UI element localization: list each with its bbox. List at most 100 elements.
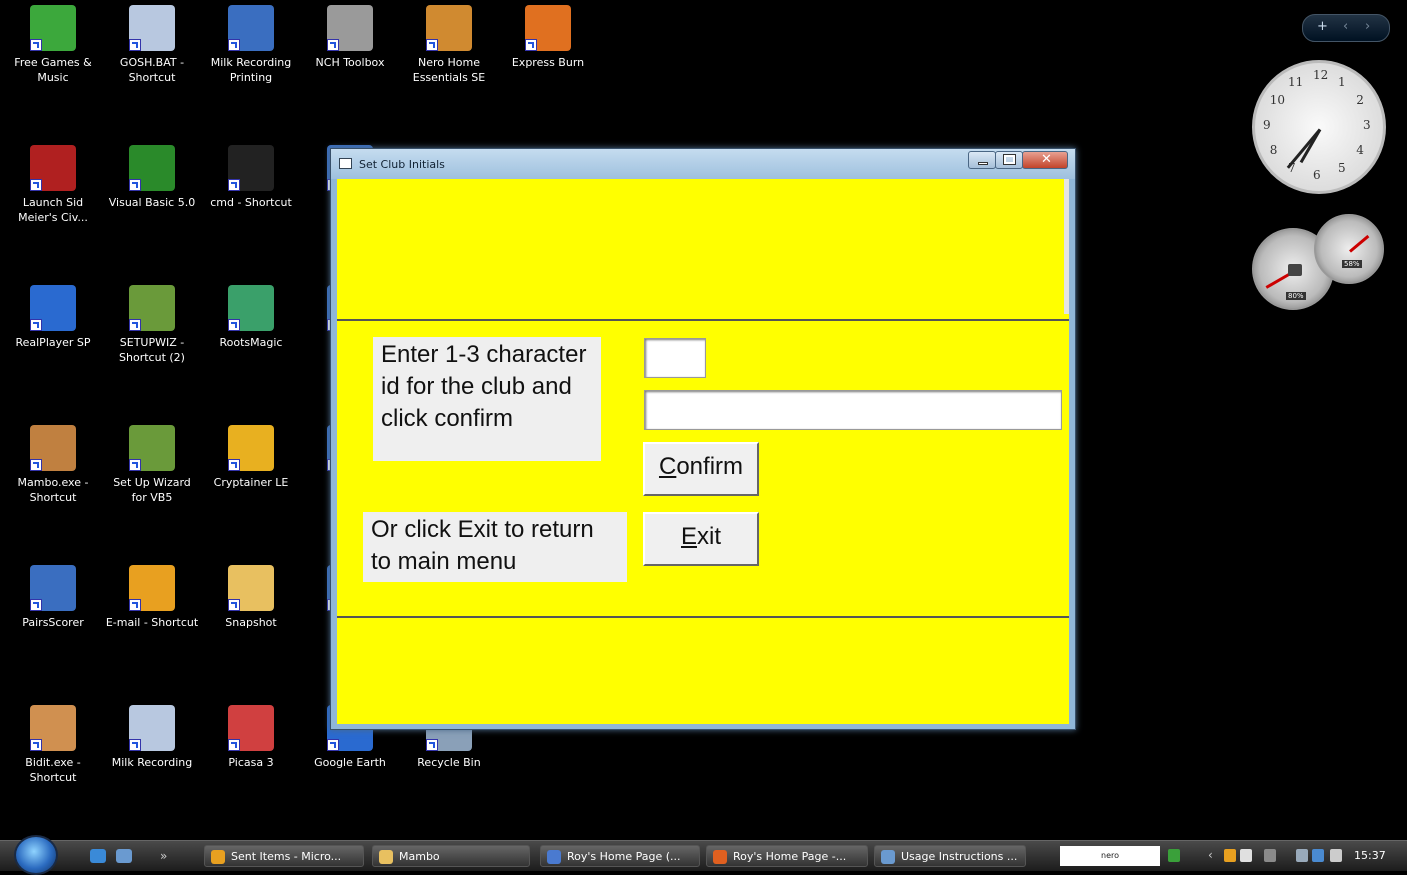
gear-settings-icon <box>129 705 175 751</box>
desktop-icon[interactable]: Cryptainer LE <box>203 425 299 490</box>
window-app-icon[interactable] <box>339 158 352 169</box>
desktop-icon[interactable]: Free Games & Music <box>5 5 101 85</box>
clock-number: 10 <box>1269 93 1285 107</box>
email-icon <box>129 565 175 611</box>
shortcut-arrow-icon <box>30 39 42 51</box>
desktop-icon-label: GOSH.BAT - Shortcut <box>119 56 185 84</box>
desktop-icon[interactable]: RealPlayer SP <box>5 285 101 350</box>
nero-home-icon <box>426 5 472 51</box>
shortcut-arrow-icon <box>228 179 240 191</box>
gadget-prev-icon[interactable]: ‹ <box>1343 19 1348 34</box>
clock-gadget[interactable]: 12 1 2 3 4 5 6 7 8 9 10 11 <box>1252 60 1386 194</box>
desktop-icon[interactable]: Picasa 3 <box>203 705 299 770</box>
close-icon: ✕ <box>1041 152 1052 167</box>
setup-wizard-icon <box>129 425 175 471</box>
flame-disc-icon <box>525 5 571 51</box>
nero-tray-banner[interactable]: nero <box>1060 846 1160 866</box>
tray-gray-icon[interactable] <box>1264 849 1276 862</box>
desktop-icon[interactable]: GOSH.BAT - Shortcut <box>104 5 200 85</box>
taskbar-item-label: Usage Instructions ... <box>901 850 1018 863</box>
desktop-icon[interactable]: Visual Basic 5.0 <box>104 145 200 210</box>
desktop-icon[interactable]: Milk Recording Printing <box>203 5 299 85</box>
vertical-scrollbar[interactable] <box>1064 179 1069 314</box>
taskbar-item[interactable]: Sent Items - Micro... <box>204 845 364 867</box>
clock-number: 4 <box>1356 143 1364 157</box>
desktop-icon[interactable]: Milk Recording <box>104 705 200 770</box>
shortcut-arrow-icon <box>525 39 537 51</box>
gadget-next-icon[interactable]: › <box>1365 19 1370 34</box>
desktop-icon[interactable]: PairsScorer <box>5 565 101 630</box>
desktop-icon-label: Launch Sid Meier's Civ... <box>18 196 88 224</box>
taskbar-item[interactable]: Roy's Home Page -... <box>706 845 868 867</box>
desktop-icon[interactable]: Bidit.exe - Shortcut <box>5 705 101 785</box>
desktop-icon-label: E-mail - Shortcut <box>105 616 199 629</box>
network-icon[interactable] <box>1312 849 1324 862</box>
visual-basic-icon <box>129 145 175 191</box>
shortcut-arrow-icon <box>327 739 339 751</box>
shortcut-arrow-icon <box>228 319 240 331</box>
cpu-meter-value: 80% <box>1286 292 1306 300</box>
desktop-icon[interactable]: Set Up Wizard for VB5 <box>104 425 200 505</box>
desktop-icon[interactable]: Snapshot <box>203 565 299 630</box>
gadget-add-icon[interactable]: + <box>1317 19 1328 34</box>
form-client-area: Enter 1-3 character id for the club and … <box>337 179 1069 724</box>
exit-button[interactable]: Exit <box>643 512 759 566</box>
desktop-icon-label: cmd - Shortcut <box>210 196 292 209</box>
desktop-icon[interactable]: NCH Toolbox <box>302 5 398 70</box>
taskbar-item[interactable]: Roy's Home Page (... <box>540 845 700 867</box>
shortcut-arrow-icon <box>30 459 42 471</box>
tray-white-icon[interactable] <box>1240 849 1252 862</box>
taskbar-clock[interactable]: 15:37 <box>1354 849 1386 862</box>
show-desktop-icon[interactable] <box>116 849 132 863</box>
tray-green-icon[interactable] <box>1168 849 1180 862</box>
clock-number: 1 <box>1338 74 1346 89</box>
club-initials-input[interactable] <box>644 338 706 378</box>
desktop-icon[interactable]: Express Burn <box>500 5 596 70</box>
document-icon <box>881 850 895 864</box>
quicklaunch-more-icon[interactable]: » <box>160 849 176 863</box>
shortcut-arrow-icon <box>30 739 42 751</box>
confirm-accesskey: C <box>658 453 677 480</box>
ram-needle <box>1349 234 1370 253</box>
minimize-button[interactable] <box>968 151 996 169</box>
tray-expand-icon[interactable]: ‹ <box>1208 849 1220 862</box>
desktop-icon-label: Set Up Wizard for VB5 <box>113 476 191 504</box>
taskbar-item[interactable]: Mambo <box>372 845 530 867</box>
window-program-icon <box>228 5 274 51</box>
confirm-button[interactable]: Confirm <box>643 442 759 496</box>
ie-quicklaunch-icon[interactable] <box>90 849 106 863</box>
desktop-icon-label: RealPlayer SP <box>15 336 91 349</box>
desktop-icon[interactable]: SETUPWIZ - Shortcut (2) <box>104 285 200 365</box>
tray-device-icon[interactable] <box>1296 849 1308 862</box>
shortcut-arrow-icon <box>129 599 141 611</box>
shortcut-arrow-icon <box>228 739 240 751</box>
clock-number: 11 <box>1288 74 1304 89</box>
desktop-icon[interactable]: E-mail - Shortcut <box>104 565 200 630</box>
desktop-icon-label: PairsScorer <box>22 616 84 629</box>
close-button[interactable]: ✕ <box>1022 151 1068 169</box>
desktop-icon[interactable]: Nero Home Essentials SE <box>401 5 497 85</box>
desktop-icon[interactable]: RootsMagic <box>203 285 299 350</box>
set-club-initials-window: Set Club Initials ✕ Enter 1-3 character … <box>330 148 1076 730</box>
desktop-icon-label: Recycle Bin <box>417 756 481 769</box>
desktop-icon-label: NCH Toolbox <box>315 56 385 69</box>
prompt-label: Enter 1-3 character id for the club and … <box>373 337 601 461</box>
desktop-icon[interactable]: cmd - Shortcut <box>203 145 299 210</box>
taskbar-item[interactable]: Usage Instructions ... <box>874 845 1026 867</box>
shortcut-arrow-icon <box>129 319 141 331</box>
taskbar-item-label: Roy's Home Page (... <box>567 850 681 863</box>
desktop-icon[interactable]: Mambo.exe - Shortcut <box>5 425 101 505</box>
tray-orange-icon[interactable] <box>1224 849 1236 862</box>
ram-meter-gadget[interactable]: 58% <box>1314 214 1384 284</box>
gear-settings-icon <box>129 5 175 51</box>
gadget-control-bar[interactable]: + ‹ › <box>1302 14 1390 42</box>
volume-icon[interactable] <box>1330 849 1342 862</box>
shortcut-arrow-icon <box>228 599 240 611</box>
start-button[interactable] <box>14 835 58 875</box>
upper-divider-line <box>337 319 1069 321</box>
club-name-field[interactable] <box>644 390 1062 430</box>
maximize-button[interactable] <box>995 151 1023 169</box>
window-titlebar[interactable]: Set Club Initials ✕ <box>331 149 1075 179</box>
desktop-icon-label: SETUPWIZ - Shortcut (2) <box>119 336 185 364</box>
desktop-icon[interactable]: Launch Sid Meier's Civ... <box>5 145 101 225</box>
